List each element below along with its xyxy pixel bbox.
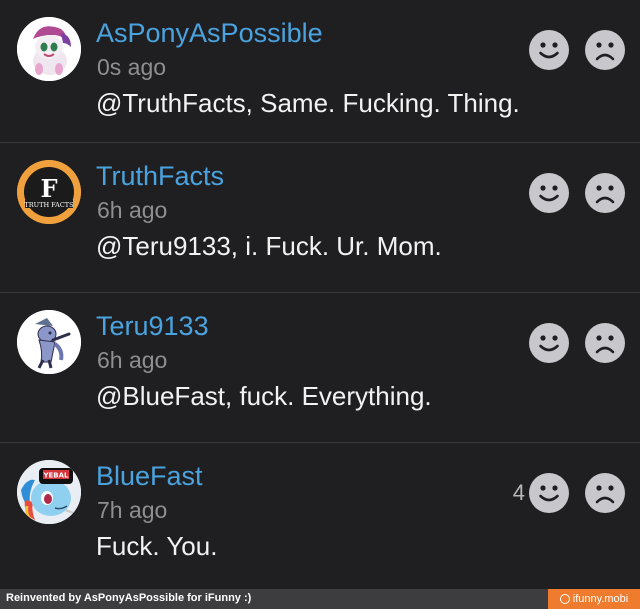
comment-reactions [525, 172, 625, 214]
comment-text: Fuck. You. [96, 531, 218, 561]
smile-count: 4 [512, 480, 525, 505]
comment-timestamp: 6h ago [97, 347, 168, 373]
truth-facts-logo-icon[interactable]: F TRUTH FACTS [17, 160, 81, 224]
pony-cap-avatar-icon[interactable]: YEBAL [17, 460, 81, 524]
comment-username[interactable]: BlueFast [96, 461, 203, 492]
avatar-logo-text: TRUTH FACTS [24, 201, 73, 209]
comment-username[interactable]: AsPonyAsPossible [96, 18, 323, 49]
ifunny-logo-icon [559, 594, 570, 604]
comments-screen: AsPonyAsPossible 0s ago @TruthFacts, Sam… [0, 0, 640, 609]
comment-text: @Teru9133, i. Fuck. Ur. Mom. [96, 231, 442, 261]
comment-item: AsPonyAsPossible 0s ago @TruthFacts, Sam… [0, 0, 640, 143]
ifunny-brand-badge[interactable]: ifunny.mobi [548, 589, 640, 609]
comment-item: YEBAL BlueFast 7h ago Fuck. You. 4 [0, 443, 640, 589]
comment-reactions: 4 [513, 472, 625, 514]
watermark-bar: Reinvented by AsPonyAsPossible for iFunn… [0, 589, 640, 609]
comment-timestamp: 6h ago [97, 197, 168, 223]
smile-icon[interactable] [529, 30, 569, 70]
comment-item: Teru9133 6h ago @BlueFast, fuck. Everyth… [0, 293, 640, 443]
comment-username[interactable]: Teru9133 [96, 311, 209, 342]
comment-username[interactable]: TruthFacts [96, 161, 224, 192]
comment-text: @TruthFacts, Same. Fucking. Thing. [96, 88, 520, 118]
smile-icon[interactable] [529, 473, 569, 513]
comment-reactions [525, 322, 625, 364]
pony-sketch-avatar-icon[interactable] [17, 310, 81, 374]
watermark-credit: Reinvented by AsPonyAsPossible for iFunn… [6, 592, 252, 604]
comment-item: F TRUTH FACTS TruthFacts 6h ago @Teru913… [0, 143, 640, 293]
frown-icon[interactable] [585, 30, 625, 70]
ifunny-brand-label: ifunny.mobi [572, 593, 629, 605]
avatar-cap-text: YEBAL [42, 472, 69, 480]
comment-reactions [525, 29, 625, 71]
comment-timestamp: 7h ago [97, 497, 168, 523]
pony-avatar-icon[interactable] [17, 17, 81, 81]
comment-timestamp: 0s ago [97, 54, 167, 80]
frown-icon[interactable] [585, 173, 625, 213]
frown-icon[interactable] [585, 323, 625, 363]
frown-icon[interactable] [585, 473, 625, 513]
comment-text: @BlueFast, fuck. Everything. [96, 381, 432, 411]
smile-icon[interactable] [529, 323, 569, 363]
smile-icon[interactable] [529, 173, 569, 213]
avatar-logo-letter: F [40, 174, 57, 203]
